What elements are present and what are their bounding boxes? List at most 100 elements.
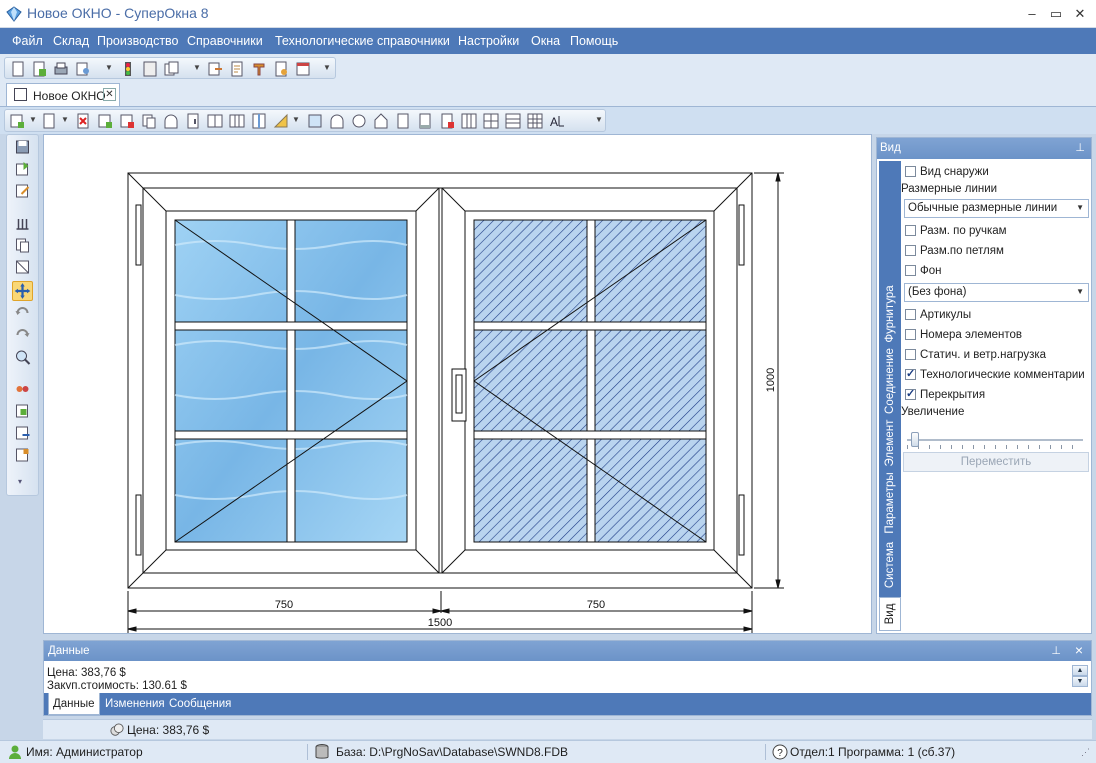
dimension-icon[interactable] (14, 215, 31, 231)
save-icon[interactable] (14, 139, 31, 155)
add-element-icon[interactable] (9, 113, 25, 129)
minimize-button[interactable]: – (1021, 4, 1043, 24)
background-checkbox[interactable]: Фон (905, 265, 942, 283)
tab-data[interactable]: Данные (48, 693, 100, 715)
close-tab-button[interactable]: ✕ (103, 88, 116, 101)
properties-icon[interactable] (14, 447, 31, 463)
handle-icon[interactable] (185, 113, 201, 129)
undo-icon[interactable] (14, 305, 31, 321)
tool-icon[interactable] (251, 61, 267, 77)
text-annotation-icon[interactable]: A (549, 113, 565, 129)
traffic-light-icon[interactable] (120, 61, 136, 77)
zoom-icon[interactable] (14, 349, 31, 365)
mullion-icon[interactable] (229, 113, 245, 129)
muntin-grid-icon[interactable] (527, 113, 543, 129)
profile-icon[interactable] (395, 113, 411, 129)
remove-profile-icon[interactable] (439, 113, 455, 129)
tech-comments-checkbox[interactable]: Технологические комментарии (905, 367, 1085, 387)
print-icon[interactable] (53, 61, 69, 77)
toolbar-dropdown-icon[interactable]: ▼ (29, 115, 37, 124)
tab-messages[interactable]: Сообщения (165, 693, 235, 715)
remove-sash-icon[interactable] (119, 113, 135, 129)
tab-system[interactable]: Система (879, 535, 901, 595)
zoom-slider[interactable] (907, 432, 1083, 450)
view-outside-checkbox[interactable]: Вид снаружи (905, 166, 989, 184)
toolbar-dropdown-icon[interactable]: ▼ (105, 63, 113, 72)
element-numbers-checkbox[interactable]: Номера элементов (905, 329, 1022, 347)
toolbar-dropdown-icon[interactable]: ▼ (193, 63, 201, 72)
menu-help[interactable]: Помощь (570, 34, 618, 48)
edit-icon[interactable] (14, 183, 31, 199)
measure-icon[interactable] (273, 113, 289, 129)
tab-new-window[interactable]: Новое ОКНО ✕ (6, 83, 120, 106)
export-doc-icon[interactable] (14, 425, 31, 441)
settings-doc-icon[interactable] (273, 61, 289, 77)
toolbar-dropdown-icon[interactable]: ▼ (292, 115, 300, 124)
new-from-template-icon[interactable] (31, 61, 47, 77)
print-preview-icon[interactable] (75, 61, 91, 77)
close-icon[interactable]: × (1075, 642, 1083, 658)
delete-element-icon[interactable] (75, 113, 91, 129)
report-icon[interactable] (229, 61, 245, 77)
close-window-button[interactable]: ✕ (1069, 4, 1091, 24)
grid-split-icon[interactable] (483, 113, 499, 129)
arch-icon[interactable] (163, 113, 179, 129)
zoom-slider-thumb[interactable] (911, 432, 919, 447)
menu-references[interactable]: Справочники (187, 34, 263, 48)
scroll-down-icon[interactable]: ▼ (1072, 676, 1088, 687)
menu-warehouse[interactable]: Склад (53, 34, 89, 48)
move-button[interactable]: Переместить (903, 452, 1089, 472)
arch-frame-icon[interactable] (329, 113, 345, 129)
tab-changes[interactable]: Изменения (101, 693, 169, 715)
toolbar-dropdown-icon[interactable]: ▼ (323, 63, 331, 72)
menu-windows[interactable]: Окна (531, 34, 560, 48)
grid-vertical-icon[interactable] (461, 113, 477, 129)
sill-icon[interactable] (417, 113, 433, 129)
tab-view[interactable]: Вид (879, 597, 901, 631)
copy-icon[interactable] (141, 113, 157, 129)
toolbar-dropdown-icon[interactable]: ▼ (61, 115, 69, 124)
open-icon[interactable] (14, 161, 31, 177)
menu-file[interactable]: Файл (12, 34, 43, 48)
move-tool-button[interactable] (12, 281, 33, 301)
drawing-canvas[interactable]: 750 750 1500 1000 (43, 134, 872, 634)
grid-horizontal-icon[interactable] (505, 113, 521, 129)
calendar-icon[interactable] (295, 61, 311, 77)
gothic-window-icon[interactable] (373, 113, 389, 129)
add-document-icon[interactable] (14, 403, 31, 419)
color-palette-icon[interactable] (14, 381, 31, 397)
impost-icon[interactable] (251, 113, 267, 129)
menu-tech-references[interactable]: Технологические справочники (275, 34, 450, 48)
export-icon[interactable] (207, 61, 223, 77)
menu-production[interactable]: Производство (97, 34, 179, 48)
pin-icon[interactable]: ⊥ (1051, 644, 1061, 657)
menu-settings[interactable]: Настройки (458, 34, 519, 48)
tab-hardware[interactable]: Фурнитура (879, 281, 901, 347)
round-window-icon[interactable] (351, 113, 367, 129)
add-sash-icon[interactable] (97, 113, 113, 129)
dim-lines-select[interactable]: Обычные размерные линии ▼ (904, 199, 1089, 218)
scroll-up-icon[interactable]: ▲ (1072, 665, 1088, 676)
pin-icon[interactable]: ⊥ (1075, 141, 1085, 154)
static-wind-load-checkbox[interactable]: Статич. и ветр.нагрузка (905, 349, 1046, 367)
copy-sheet-icon[interactable] (14, 237, 31, 253)
articles-checkbox[interactable]: Артикулы (905, 309, 971, 327)
data-panel-scrollbar[interactable]: ▲ ▼ (1072, 665, 1088, 689)
tab-connection[interactable]: Соединение (879, 347, 901, 415)
tab-element[interactable]: Элемент (879, 415, 901, 471)
tab-parameters[interactable]: Параметры (879, 471, 901, 535)
glass-icon[interactable] (307, 113, 323, 129)
new-document-icon[interactable] (10, 61, 26, 77)
overlaps-checkbox[interactable]: Перекрытия (905, 387, 985, 407)
frame-icon[interactable] (41, 113, 57, 129)
dim-by-handles-checkbox[interactable]: Разм. по ручкам (905, 225, 1007, 243)
documents-icon[interactable] (164, 61, 180, 77)
background-select[interactable]: (Без фона) ▼ (904, 283, 1089, 302)
split-vertical-icon[interactable] (207, 113, 223, 129)
dim-by-hinges-checkbox[interactable]: Разм.по петлям (905, 245, 1004, 263)
more-tools-chevron-icon[interactable]: ▾ (18, 477, 22, 486)
mirror-icon[interactable] (14, 259, 31, 275)
toolbar-dropdown-icon[interactable]: ▼ (595, 115, 603, 124)
maximize-button[interactable]: ▭ (1045, 4, 1067, 24)
redo-icon[interactable] (14, 327, 31, 343)
